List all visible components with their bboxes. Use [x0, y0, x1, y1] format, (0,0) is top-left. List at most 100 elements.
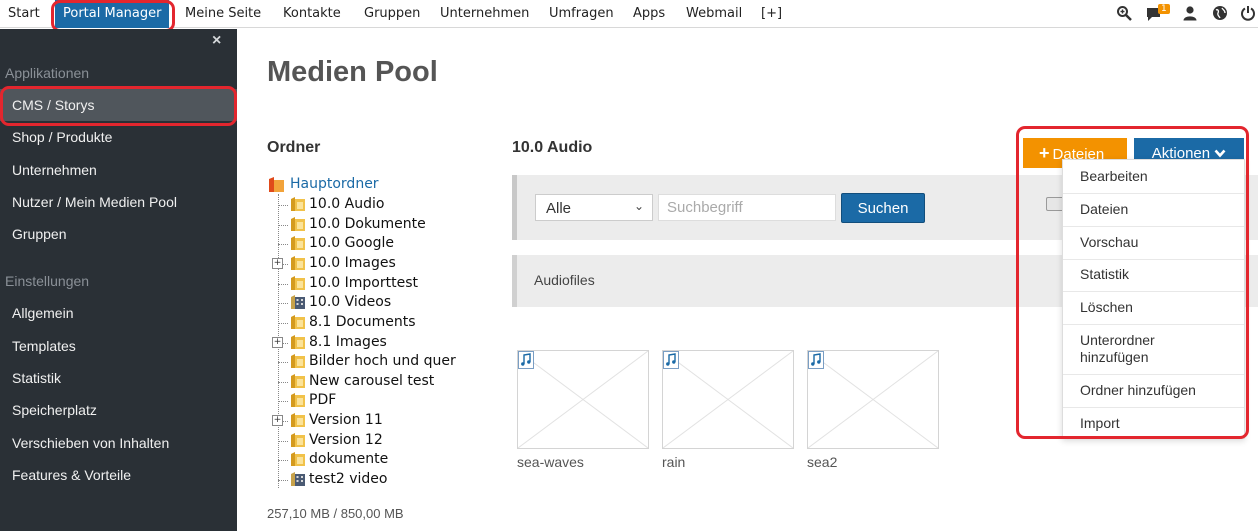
nav-portal-manager[interactable]: Portal Manager: [55, 0, 170, 28]
actions-dropdown-menu: Bearbeiten Dateien Vorschau Statistik Lö…: [1062, 159, 1245, 439]
sidebar-item-gruppen[interactable]: Gruppen: [0, 218, 237, 250]
sidebar-item-verschieben[interactable]: Verschieben von Inhalten: [0, 427, 237, 459]
nav-apps[interactable]: Apps: [633, 6, 665, 21]
menu-divider: [1063, 374, 1244, 375]
expand-icon[interactable]: +: [272, 336, 283, 348]
search-input[interactable]: [658, 194, 836, 221]
tree-item-label[interactable]: 10.0 Videos: [309, 293, 391, 312]
tree-connector: [278, 303, 288, 305]
sidebar-item-templates[interactable]: Templates: [0, 330, 237, 362]
nav-add[interactable]: [+]: [761, 6, 782, 21]
tree-item-label[interactable]: 10.0 Google: [309, 234, 394, 253]
nav-meine-seite[interactable]: Meine Seite: [185, 6, 261, 21]
tree-item-label[interactable]: dokumente: [309, 450, 388, 469]
tree-connector: [278, 322, 288, 324]
tree-connector: [278, 440, 288, 442]
folder-icon: [291, 393, 305, 408]
audio-file-icon: [663, 351, 679, 369]
placeholder-graphic: [663, 351, 793, 448]
file-thumbnail[interactable]: [517, 350, 649, 449]
sidebar-item-cms-storys[interactable]: CMS / Storys: [0, 89, 237, 121]
current-folder-title: 10.0 Audio: [512, 139, 593, 156]
plus-icon: +: [1039, 142, 1050, 163]
nav-unternehmen[interactable]: Unternehmen: [440, 6, 529, 21]
expand-icon[interactable]: +: [272, 257, 283, 269]
tree-root-label[interactable]: Hauptordner: [290, 175, 379, 194]
tree-item-label[interactable]: 10.0 Dokumente: [309, 215, 426, 234]
menu-item-ordner-hinzufuegen[interactable]: Ordner hinzufügen: [1063, 382, 1244, 398]
sidebar-section-apps: Applikationen: [5, 65, 90, 81]
video-folder-icon: [291, 472, 305, 486]
file-name[interactable]: sea2: [807, 454, 837, 470]
file-thumbnail[interactable]: [662, 350, 794, 449]
power-icon[interactable]: [1240, 5, 1256, 21]
menu-item-unterordner-hinzufuegen[interactable]: Unterordner hinzufügen: [1063, 332, 1193, 366]
tree-item-label[interactable]: Version 11: [309, 411, 383, 430]
tree-connector: [278, 283, 288, 285]
tree-item-label[interactable]: 10.0 Importtest: [309, 274, 418, 293]
chevron-down-icon: [1214, 149, 1226, 158]
sidebar-item-unternehmen[interactable]: Unternehmen: [0, 154, 237, 186]
nav-webmail[interactable]: Webmail: [686, 6, 742, 21]
menu-divider: [1063, 226, 1244, 227]
file-name[interactable]: rain: [662, 454, 685, 470]
menu-item-vorschau[interactable]: Vorschau: [1063, 234, 1244, 250]
nav-start[interactable]: Start: [8, 6, 40, 21]
tree-item-label[interactable]: test2 video: [309, 470, 387, 489]
menu-divider: [1063, 259, 1244, 260]
sidebar-item-nutzer-medien-pool[interactable]: Nutzer / Mein Medien Pool: [0, 186, 237, 218]
tree-item-label[interactable]: Version 12: [309, 431, 383, 450]
tree-connector: [278, 381, 288, 383]
menu-divider: [1063, 291, 1244, 292]
nav-kontakte[interactable]: Kontakte: [283, 6, 341, 21]
tree-connector: [278, 244, 288, 246]
placeholder-graphic: [518, 351, 648, 448]
placeholder-graphic: [808, 351, 938, 448]
tree-item-label[interactable]: 8.1 Documents: [309, 313, 416, 332]
filter-select-value: Alle: [546, 200, 572, 217]
sidebar-item-speicherplatz[interactable]: Speicherplatz: [0, 394, 237, 426]
menu-divider: [1063, 324, 1244, 325]
sidebar-item-statistik[interactable]: Statistik: [0, 362, 237, 394]
filter-select[interactable]: Alle ⌄: [535, 194, 653, 221]
tree-connector: [278, 224, 288, 226]
file-thumbnail[interactable]: [807, 350, 939, 449]
user-icon[interactable]: [1182, 5, 1198, 21]
folder-icon: [291, 275, 305, 290]
close-icon[interactable]: ×: [212, 32, 221, 50]
tree-item-label[interactable]: Bilder hoch und quer: [309, 352, 456, 371]
menu-item-bearbeiten[interactable]: Bearbeiten: [1063, 168, 1244, 184]
nav-gruppen[interactable]: Gruppen: [364, 6, 420, 21]
sidebar-item-allgemein[interactable]: Allgemein: [0, 297, 237, 329]
nav-umfragen[interactable]: Umfragen: [549, 6, 614, 21]
tree-item-label[interactable]: 10.0 Audio: [309, 195, 384, 214]
globe-icon[interactable]: [1212, 5, 1228, 21]
sidebar: × Applikationen CMS / Storys Shop / Prod…: [0, 29, 237, 531]
tree-item-label[interactable]: PDF: [309, 391, 336, 410]
tree-item-label[interactable]: New carousel test: [309, 372, 434, 391]
tree-connector: [278, 460, 288, 462]
menu-item-statistik[interactable]: Statistik: [1063, 266, 1244, 282]
search-icon[interactable]: [1116, 5, 1132, 21]
expand-icon[interactable]: +: [272, 415, 283, 426]
sidebar-item-shop-produkte[interactable]: Shop / Produkte: [0, 121, 237, 153]
menu-item-dateien[interactable]: Dateien: [1063, 201, 1244, 217]
chevron-down-icon: ⌄: [633, 199, 644, 213]
menu-item-import[interactable]: Import: [1063, 415, 1244, 431]
folder-icon: [291, 236, 305, 251]
tree-connector: [278, 205, 288, 206]
file-name[interactable]: sea-waves: [517, 454, 584, 470]
folder-icon: [291, 373, 305, 388]
folders-heading: Ordner: [267, 139, 321, 156]
sidebar-item-features[interactable]: Features & Vorteile: [0, 459, 237, 491]
menu-divider: [1063, 407, 1244, 408]
subfolder-audiofiles[interactable]: Audiofiles: [534, 272, 595, 288]
video-folder-icon: [291, 295, 305, 310]
tree-item-label[interactable]: 10.0 Images: [309, 254, 396, 273]
folder-icon: [291, 432, 305, 447]
menu-item-loeschen[interactable]: Löschen: [1063, 299, 1244, 315]
tree-item-label[interactable]: 8.1 Images: [309, 333, 387, 352]
folder-icon: [291, 354, 305, 369]
search-button[interactable]: Suchen: [841, 193, 925, 223]
folder-icon: [291, 413, 305, 427]
